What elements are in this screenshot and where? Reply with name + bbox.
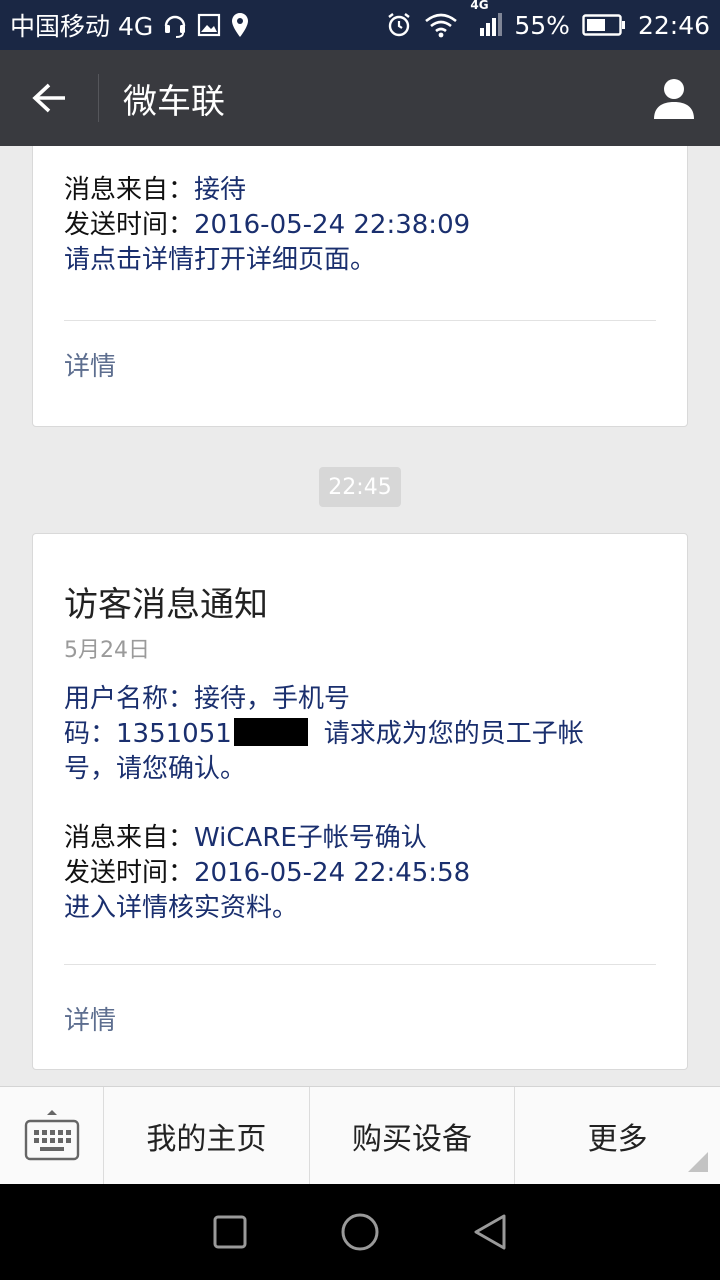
card-title: 访客消息通知 xyxy=(64,585,268,625)
alarm-icon xyxy=(386,12,412,38)
message-list[interactable]: 消息来自：接待 发送时间：2016-05-24 22:38:09 请点击详情打开… xyxy=(0,146,720,1086)
system-nav-bar xyxy=(0,1184,720,1280)
source-value: 接待 xyxy=(194,175,247,205)
content-line: 码：1351051 请求成为您的员工子帐 xyxy=(64,717,656,752)
recent-apps-icon[interactable] xyxy=(212,1214,248,1250)
time-value: 2016-05-24 22:45:58 xyxy=(194,858,471,888)
keyboard-toggle-button[interactable] xyxy=(0,1087,104,1184)
battery-icon xyxy=(582,13,626,37)
user-icon xyxy=(654,79,694,119)
detail-link[interactable]: 详情 xyxy=(64,346,116,383)
location-icon xyxy=(231,12,249,38)
detail-link[interactable]: 详情 xyxy=(64,1000,116,1037)
home-icon[interactable] xyxy=(340,1212,380,1252)
time-label: 发送时间： xyxy=(64,858,195,888)
keyboard-icon xyxy=(24,1109,79,1160)
message-source-line: 消息来自：接待 xyxy=(64,173,656,208)
profile-button[interactable] xyxy=(628,50,720,146)
page-title: 微车联 xyxy=(123,81,225,122)
message-source-line: 消息来自：WiCARE子帐号确认 xyxy=(64,821,656,856)
menu-item-home[interactable]: 我的主页 xyxy=(104,1087,310,1184)
menu-item-buy-device[interactable]: 购买设备 xyxy=(310,1087,516,1184)
content-line: 用户名称：接待，手机号 xyxy=(64,684,351,714)
content-suffix: 请求成为您的员工子帐 xyxy=(323,719,584,749)
menu-item-more-label: 更多 xyxy=(587,1121,648,1157)
clock-label: 22:46 xyxy=(637,10,710,40)
message-time-line: 发送时间：2016-05-24 22:38:09 xyxy=(64,208,656,243)
card-date: 5月24日 xyxy=(64,638,150,663)
source-value: WiCARE子帐号确认 xyxy=(194,823,427,853)
message-hint: 请点击详情打开详细页面。 xyxy=(64,245,377,275)
time-label: 发送时间： xyxy=(64,210,195,240)
message-content: 用户名称：接待，手机号 码：1351051 请求成为您的员工子帐 号，请您确认。 xyxy=(64,682,656,787)
redaction-block xyxy=(233,718,308,746)
card-divider xyxy=(64,964,656,965)
phone-prefix: 码：1351051 xyxy=(64,719,232,749)
bottom-menu: 我的主页 购买设备 更多 xyxy=(0,1086,720,1184)
menu-item-more[interactable]: 更多 xyxy=(515,1087,720,1184)
submenu-corner-icon xyxy=(688,1152,709,1172)
signal-icon: 4G xyxy=(470,0,503,38)
message-card: 访客消息通知 5月24日 用户名称：接待，手机号 码：1351051 请求成为您的… xyxy=(32,533,688,1070)
image-icon xyxy=(197,13,221,37)
status-bar: 中国移动 4G 4G 55% 22:46 xyxy=(0,0,720,50)
back-button[interactable] xyxy=(0,50,98,146)
back-arrow-icon xyxy=(32,83,65,113)
timestamp-chip: 22:45 xyxy=(319,467,401,507)
message-time-line: 发送时间：2016-05-24 22:45:58 xyxy=(64,856,656,891)
carrier-label: 中国移动 4G xyxy=(10,12,154,41)
source-label: 消息来自： xyxy=(64,175,195,205)
wifi-icon xyxy=(424,12,458,38)
message-hint: 进入详情核实资料。 xyxy=(64,893,299,923)
nav-back-icon[interactable] xyxy=(472,1213,508,1251)
message-card: 消息来自：接待 发送时间：2016-05-24 22:38:09 请点击详情打开… xyxy=(32,146,688,427)
header-divider xyxy=(98,74,99,122)
content-line: 号，请您确认。 xyxy=(64,754,247,784)
app-header: 微车联 xyxy=(0,50,720,146)
card-divider xyxy=(64,320,656,321)
time-value: 2016-05-24 22:38:09 xyxy=(194,210,471,240)
headset-icon xyxy=(163,12,187,38)
network-type-label: 4G xyxy=(470,0,489,12)
source-label: 消息来自： xyxy=(64,823,195,853)
battery-label: 55% xyxy=(514,10,570,40)
